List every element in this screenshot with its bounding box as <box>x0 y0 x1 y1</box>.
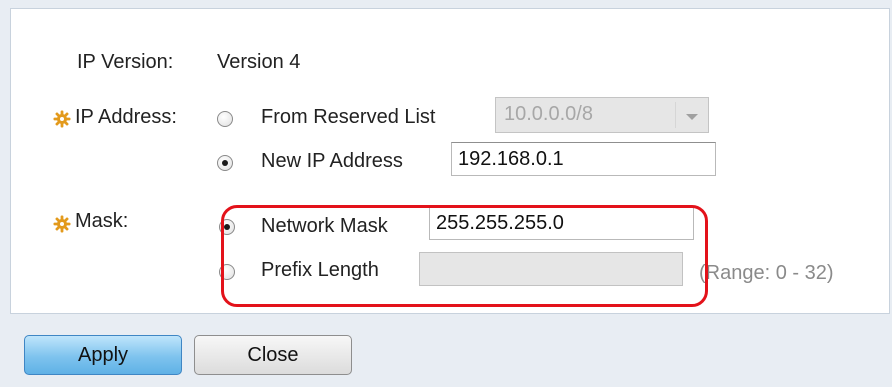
settings-panel: IP Version: Version 4 IP Address: From R… <box>10 8 890 314</box>
prefix-range-hint: (Range: 0 - 32) <box>699 262 834 284</box>
mask-label: Mask: <box>75 210 129 232</box>
ip-version-label: IP Version: <box>77 51 174 73</box>
mask-highlight-outline <box>221 205 708 307</box>
required-gear-icon <box>53 215 71 233</box>
select-separator <box>675 102 676 128</box>
chevron-down-icon <box>686 114 698 120</box>
from-reserved-list-radio[interactable] <box>217 111 233 127</box>
apply-button[interactable]: Apply <box>24 335 182 375</box>
new-ip-address-label[interactable]: New IP Address <box>261 150 403 173</box>
ip-version-value: Version 4 <box>217 51 301 73</box>
reserved-list-select-value: 10.0.0.0/8 <box>504 103 593 125</box>
required-gear-icon <box>53 110 71 128</box>
new-ip-address-radio[interactable] <box>217 155 233 171</box>
reserved-list-select[interactable]: 10.0.0.0/8 <box>495 97 709 133</box>
close-button[interactable]: Close <box>194 335 352 375</box>
from-reserved-list-label[interactable]: From Reserved List <box>261 106 436 129</box>
new-ip-address-input[interactable]: 192.168.0.1 <box>451 142 716 176</box>
ip-address-label: IP Address: <box>75 106 177 128</box>
